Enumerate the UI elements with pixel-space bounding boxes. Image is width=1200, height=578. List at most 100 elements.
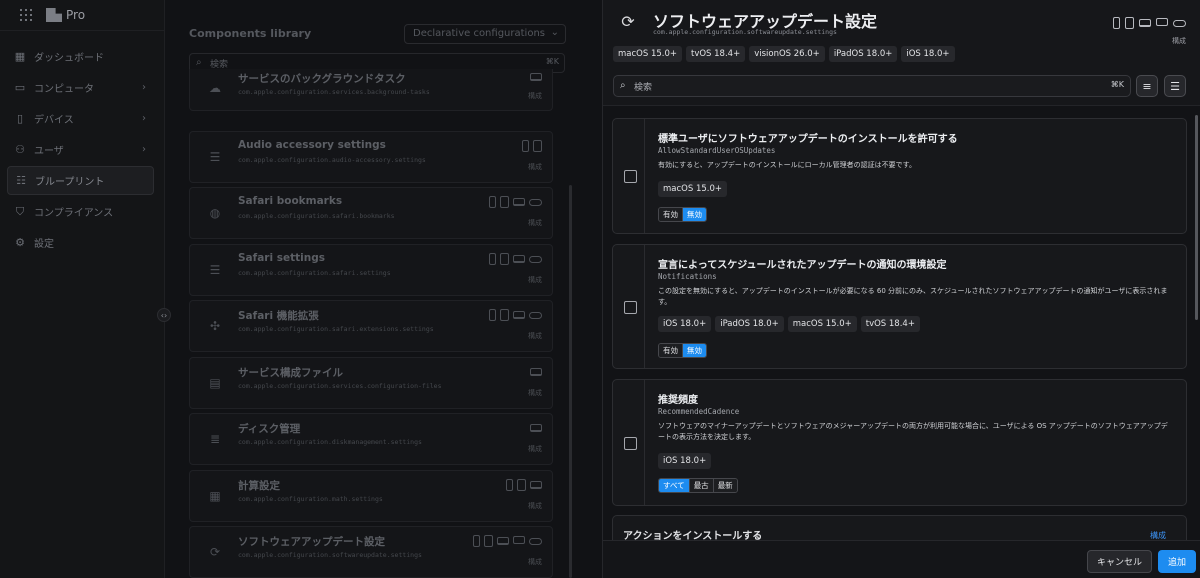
app-root: Pro ▦ ダッシュボード ▭ コンピュータ › ▯ デバイス › ⚇ ユーザ › ☷ ブループリント ⛉… [0,0,1200,578]
divider [644,119,645,233]
ipad-icon [500,252,509,265]
card-name: Safari bookmarks [238,195,343,207]
action-title: アクションをインストールする [623,531,763,540]
divider [644,380,645,505]
calculator-icon: ▦ [209,488,221,503]
mac-icon [530,73,542,81]
library-scrollbar[interactable] [569,185,572,578]
setting-checkbox[interactable] [624,437,637,450]
iphone-icon [489,196,496,208]
vision-icon [529,255,542,263]
cloud-icon: ☁ [209,81,221,95]
panel-type-label: 構成 [1172,37,1186,45]
chevron-right-icon: › [142,144,146,155]
cancel-button[interactable]: キャンセル [1087,550,1152,573]
vision-icon [1173,20,1186,27]
segment-option[interactable]: 有効 [659,344,683,357]
os-chip: iPadOS 18.0+ [828,46,898,62]
panel-scrollbar[interactable] [1195,115,1198,320]
chevron-right-icon: › [142,82,146,93]
setting-key: AllowStandardUserOSUpdates [658,146,776,155]
action-configure-link[interactable]: 構成 [1150,530,1166,540]
setting-description: この設定を無効にすると、アップデートのインストールが必要になる 60 分前にのみ… [658,287,1168,306]
card-identifier: com.apple.configuration.softwareupdate.s… [238,551,422,559]
sidebar-item[interactable]: ▭ コンピュータ › [7,73,154,102]
device-icons [489,252,542,265]
sidebar-item[interactable]: ⛉ コンプライアンス [7,197,154,226]
segment-option[interactable]: 無効 [683,344,706,357]
card-identifier: com.apple.configuration.audio-accessory.… [238,155,426,164]
card-identifier: com.apple.configuration.safari.settings [238,268,391,277]
iphone-icon [489,252,496,265]
setting-checkbox[interactable] [624,170,637,183]
puzzle-icon: ✣ [209,319,221,333]
tv-icon [513,536,525,544]
card-name: Safari settings [238,251,325,264]
filter-button[interactable]: ≡ [1136,75,1158,97]
os-chip: iOS 18.0+ [658,316,712,332]
segment-option[interactable]: 有効 [659,208,683,221]
device-icons [522,139,542,152]
iphone-icon [522,139,529,152]
component-card[interactable]: ☰ Audio accessory settings com.apple.confi… [189,130,553,183]
file-icon: ▤ [209,375,221,390]
search-icon: ⌕ [620,80,626,91]
sidebar-nav: Pro ▦ ダッシュボード ▭ コンピュータ › ▯ デバイス › ⚇ ユーザ › ☷ ブループリント ⛉… [0,0,165,578]
component-card[interactable]: ✣ Safari 機能拡張 com.apple.configuration.safa… [189,300,553,352]
device-icons [489,309,542,321]
component-card[interactable]: ▦ 計算設定 com.apple.configuration.math.settin… [189,469,553,522]
search-shortcut: ⌘K [1110,80,1124,89]
sliders-icon: ☰ [1170,79,1180,93]
device-icons [530,422,542,432]
library-title: Components library [189,27,312,40]
resize-handle[interactable]: ‹› [157,308,171,322]
component-card[interactable]: ▤ サービス構成ファイル com.apple.configuration.servi… [189,356,553,409]
divider [0,30,164,31]
sidebar-item[interactable]: ▦ ダッシュボード [7,42,154,71]
sidebar-item[interactable]: ▯ デバイス › [7,104,154,133]
segment-option[interactable]: 最古 [689,479,714,492]
setting-checkbox[interactable] [624,301,637,314]
component-card[interactable]: ☰ Safari settings com.apple.configuration.… [189,243,553,296]
shield-icon: ⛉ [15,204,25,218]
refresh-icon: ⟳ [621,11,635,31]
setting-os-chips: iOS 18.0+ iPadOS 18.0+ macOS 15.0+ tvOS 18.… [658,316,920,332]
segment-option[interactable]: 最新 [713,479,737,492]
brand-logo[interactable]: Pro [46,8,85,22]
devices-icon: ▯ [16,112,24,125]
sidebar-item-label: デバイス [34,115,74,126]
component-card[interactable]: ☁ サービスのバックグラウンドタスク com.apple.configuration… [189,69,553,111]
card-name: 計算設定 [238,479,280,492]
os-chip: iOS 18.0+ [901,46,955,62]
component-card[interactable]: ≣ ディスク管理 com.apple.configuration.diskmanag… [189,413,553,465]
chevron-down-icon: ⌄ [550,27,559,38]
card-identifier: com.apple.configuration.services.backgro… [238,88,430,96]
component-card[interactable]: ⟳ ソフトウェアアップデート設定 com.apple.configuration.s… [189,526,553,578]
sidebar-item-label: コンピュータ [34,84,94,95]
card-type-label: 構成 [528,388,542,397]
sidebar-item[interactable]: ⚇ ユーザ › [7,135,154,164]
mac-icon [513,198,525,206]
component-card[interactable]: ◍ Safari bookmarks com.apple.configuration… [189,187,553,239]
sidebar-item[interactable]: ⚙ 設定 [7,228,154,257]
config-type-select[interactable]: Declarative configurations ⌄ [404,24,566,44]
card-identifier: com.apple.configuration.math.settings [238,494,383,503]
segment-option[interactable]: すべて [659,479,690,492]
app-grid-icon[interactable] [20,9,32,21]
os-chip: iOS 18.0+ [658,453,712,469]
gear-icon: ⚙ [15,236,25,249]
add-button[interactable]: 追加 [1158,550,1196,573]
iphone-icon [489,309,496,321]
segment-option[interactable]: 無効 [683,208,706,221]
components-library: Components library Declarative configura… [157,0,602,578]
card-type-label: 構成 [528,92,542,100]
device-icons [489,196,542,208]
setting-title: 標準ユーザにソフトウェアアップデートのインストールを許可する [658,134,958,145]
settings-toggle-button[interactable]: ☰ [1164,75,1186,97]
sidebar-item[interactable]: ☷ ブループリント [7,166,154,195]
settings-search-input[interactable]: ⌕ 検索 ⌘K [613,75,1131,97]
sidebar-item-label: 設定 [34,239,54,250]
os-version-chips: macOS 15.0+ tvOS 18.4+ visionOS 26.0+ iPadO… [613,46,955,62]
card-name: Safari 機能拡張 [238,310,319,322]
mac-icon [530,424,542,432]
